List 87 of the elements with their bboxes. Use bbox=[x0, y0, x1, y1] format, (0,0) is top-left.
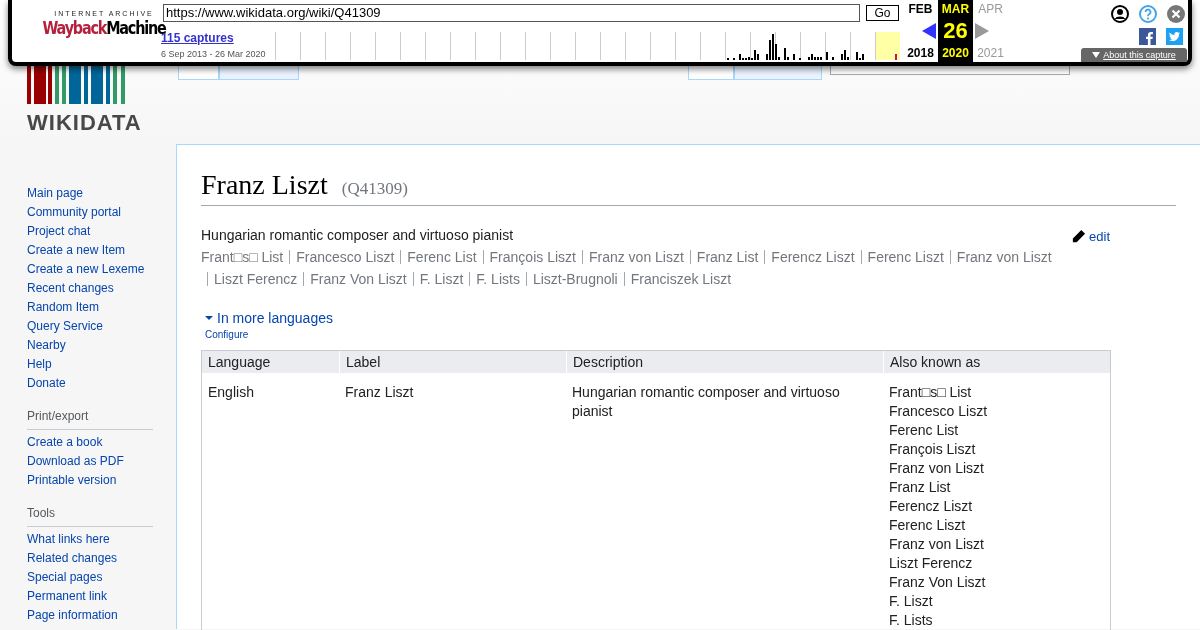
sidebar-link[interactable]: Main page bbox=[27, 184, 84, 203]
sidebar-link[interactable]: Download as PDF bbox=[27, 452, 124, 471]
table-cell-text: Franz Liszt bbox=[344, 383, 415, 402]
year-label[interactable]: 2020 bbox=[942, 46, 969, 60]
facebook-icon[interactable] bbox=[1139, 28, 1156, 45]
alias-entry: F. Liszt bbox=[889, 592, 933, 611]
alias: Liszt Ferencz bbox=[214, 271, 298, 287]
sidebar-link[interactable]: Project chat bbox=[27, 222, 91, 241]
alias-entry: F. Lists bbox=[889, 611, 933, 630]
item-description: Hungarian romantic composer and virtuoso pianist bbox=[201, 226, 515, 245]
page-tab[interactable] bbox=[734, 66, 822, 80]
alias-entry: Franz Von Liszt bbox=[889, 573, 986, 592]
help-icon[interactable] bbox=[1139, 5, 1157, 23]
caret-icon bbox=[1092, 52, 1101, 58]
alias-entry: Ferenc Liszt bbox=[889, 516, 966, 535]
page-title: Franz Liszt bbox=[201, 168, 328, 202]
table-cell-text: Hungarian romantic composer and virtuoso pianist bbox=[571, 383, 841, 421]
sidebar-link[interactable]: Community portal bbox=[27, 203, 122, 222]
sidebar-link[interactable]: Page information bbox=[27, 606, 118, 625]
alias-entry: Frant□s□ List bbox=[889, 383, 972, 402]
day-label: 26 bbox=[943, 19, 968, 43]
year-label[interactable]: 2018 bbox=[907, 46, 934, 60]
page-tab[interactable] bbox=[219, 66, 299, 80]
more-languages-toggle[interactable]: In more languages bbox=[205, 308, 333, 328]
month-label[interactable]: FEB bbox=[908, 2, 933, 16]
column-header: Language bbox=[207, 353, 272, 372]
alias: F. Lists bbox=[476, 271, 520, 287]
alias: Ferencz Liszt bbox=[771, 249, 855, 265]
alias-entry: Ferenc List bbox=[889, 421, 959, 440]
alias: Franz List bbox=[696, 249, 759, 265]
capture-histogram[interactable] bbox=[275, 32, 900, 60]
table-cell-text: English bbox=[207, 383, 255, 402]
alias: François Liszt bbox=[489, 249, 576, 265]
sidebar-link[interactable]: Special pages bbox=[27, 568, 103, 587]
about-capture-button[interactable]: About this capture bbox=[1081, 48, 1187, 62]
user-icon[interactable] bbox=[1111, 5, 1129, 23]
alias-entry: Franz List bbox=[889, 478, 951, 497]
sidebar-link[interactable]: Query Service bbox=[27, 317, 104, 336]
sidebar-heading: Print/export bbox=[27, 407, 153, 430]
sidebar-link[interactable]: Help bbox=[27, 355, 52, 374]
logo-wordmark[interactable]: WIKIDATA bbox=[27, 112, 142, 134]
alias: Francesco Liszt bbox=[296, 249, 395, 265]
alias-entry: Franz von Liszt bbox=[889, 535, 984, 554]
sidebar-link[interactable]: Create a new Item bbox=[27, 241, 126, 260]
sidebar-link[interactable]: What links here bbox=[27, 530, 110, 549]
alias: Franz Von Liszt bbox=[310, 271, 407, 287]
sidebar-heading: Tools bbox=[27, 504, 153, 527]
sidebar-link[interactable]: Create a new Lexeme bbox=[27, 260, 145, 279]
sidebar-link[interactable]: Random Item bbox=[27, 298, 100, 317]
column-header: Label bbox=[339, 351, 566, 373]
page-tab[interactable] bbox=[688, 66, 734, 80]
sidebar-link[interactable]: Printable version bbox=[27, 471, 117, 490]
alias: Ferenc Liszt bbox=[867, 249, 944, 265]
previous-arrow-icon[interactable] bbox=[922, 23, 936, 39]
search-field[interactable] bbox=[830, 66, 1070, 75]
alias: Franz von Liszt bbox=[588, 249, 684, 265]
go-button[interactable]: Go bbox=[866, 5, 899, 21]
url-field[interactable]: https://www.wikidata.org/wiki/Q41309 bbox=[163, 4, 860, 22]
alias-entry: Ferencz Liszt bbox=[889, 497, 973, 516]
item-id: (Q41309) bbox=[341, 178, 408, 200]
alias-entry: Liszt Ferencz bbox=[889, 554, 973, 573]
column-header: Also known as bbox=[883, 351, 1110, 373]
alias: Liszt-Brugnoli bbox=[532, 271, 618, 287]
alias: F. Liszt bbox=[419, 271, 464, 287]
alias: Franz von Liszt bbox=[956, 249, 1052, 265]
month-label[interactable]: MAR bbox=[941, 2, 970, 16]
sidebar-link[interactable]: Permanent link bbox=[27, 587, 108, 606]
alias-entry: François Liszt bbox=[889, 440, 976, 459]
sidebar-link[interactable]: Donate bbox=[27, 374, 66, 393]
edit-link[interactable]: edit bbox=[1071, 227, 1110, 247]
column-header: Description bbox=[566, 351, 883, 373]
page-tab[interactable] bbox=[178, 66, 219, 80]
capture-range: 6 Sep 2013 - 26 Mar 2020 bbox=[161, 49, 266, 60]
sidebar-link[interactable]: Recent changes bbox=[27, 279, 114, 298]
alias-entry: Franz von Liszt bbox=[889, 459, 984, 478]
pencil-icon bbox=[1071, 229, 1087, 245]
twitter-icon[interactable] bbox=[1166, 28, 1183, 45]
alias: Franciszek Liszt bbox=[630, 271, 732, 287]
sidebar-link[interactable]: Related changes bbox=[27, 549, 118, 568]
next-arrow-icon[interactable] bbox=[975, 23, 989, 39]
alias: Frant□s□ List bbox=[201, 249, 284, 265]
close-icon[interactable] bbox=[1167, 5, 1185, 23]
sidebar-link[interactable]: Nearby bbox=[27, 336, 66, 355]
alias: Ferenc List bbox=[407, 249, 477, 265]
sidebar-link[interactable]: Create a book bbox=[27, 433, 103, 452]
configure-link[interactable]: Configure bbox=[205, 328, 249, 342]
alias-entry: Francesco Liszt bbox=[889, 402, 988, 421]
